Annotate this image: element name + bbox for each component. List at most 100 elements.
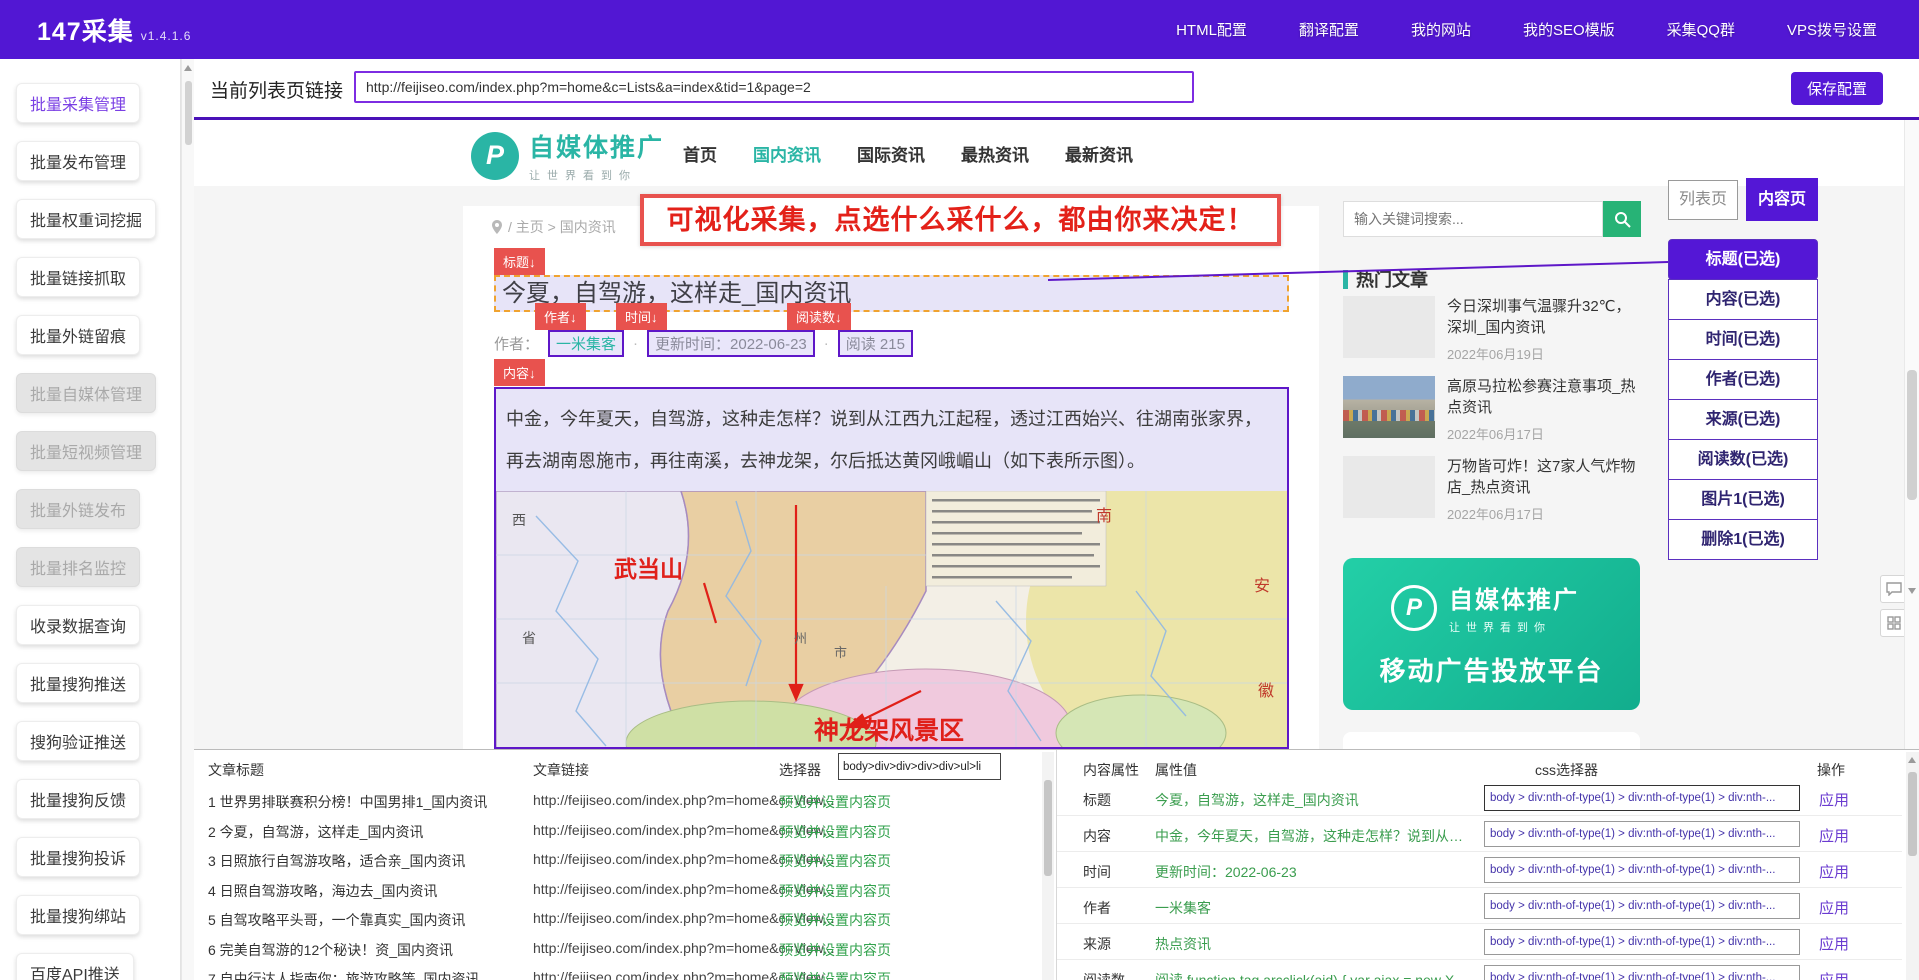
field-button-source[interactable]: 来源(已选) <box>1668 399 1818 440</box>
apply-link[interactable]: 应用 <box>1819 933 1849 954</box>
author-selection[interactable]: 一米集客 <box>548 330 624 357</box>
css-selector-input[interactable] <box>1484 785 1800 811</box>
menu-item-my-sites[interactable]: 我的网站 <box>1411 19 1471 40</box>
tag-time[interactable]: 时间↓ <box>616 303 667 330</box>
tab-content-page[interactable]: 内容页 <box>1746 178 1818 221</box>
time-selection[interactable]: 更新时间：2022-06-23 <box>647 330 815 357</box>
tag-title[interactable]: 标题↓ <box>494 248 545 275</box>
css-selector-input[interactable] <box>1484 857 1800 883</box>
map-region-char: 省 <box>522 630 536 646</box>
map-graphic: 武当山 神龙架风景区 西 省 州 市 南 安 徽 <box>496 491 1287 749</box>
menu-item-vps-dial[interactable]: VPS拨号设置 <box>1787 19 1877 40</box>
field-button-title[interactable]: 标题(已选) <box>1668 239 1818 280</box>
scrollbar-thumb[interactable] <box>1044 780 1052 876</box>
menu-item-html-config[interactable]: HTML配置 <box>1176 19 1247 40</box>
sidebar-item-sogou-feedback[interactable]: 批量搜狗反馈 <box>16 779 140 819</box>
attr-value-cell: 阅读 function tag arcclick(aid) { var ajax… <box>1155 970 1475 980</box>
attr-value-cell: 中金，今年夏天，自驾游，这种走怎样？说到从江西九江... <box>1155 826 1475 846</box>
sidebar-item-index-query[interactable]: 收录数据查询 <box>16 605 140 645</box>
sidebar-item-link-grab[interactable]: 批量链接抓取 <box>16 257 140 297</box>
scroll-down-icon[interactable] <box>1908 588 1916 594</box>
preview-set-link[interactable]: 预览并设置内容页 <box>779 940 891 960</box>
scroll-up-icon[interactable] <box>184 65 192 71</box>
sidebar-item-backlink-trace[interactable]: 批量外链留痕 <box>16 315 140 355</box>
site-nav-home[interactable]: 首页 <box>683 141 717 166</box>
apply-link[interactable]: 应用 <box>1819 969 1849 980</box>
hot-article-thumbnail <box>1343 296 1435 358</box>
list-url-input[interactable] <box>354 71 1194 103</box>
css-selector-input[interactable] <box>1484 893 1800 919</box>
site-nav-international[interactable]: 国际资讯 <box>857 141 925 166</box>
sidebar-item-publish-manage[interactable]: 批量发布管理 <box>16 141 140 181</box>
hot-article-thumbnail <box>1343 376 1435 438</box>
field-button-content[interactable]: 内容(已选) <box>1668 279 1818 320</box>
css-selector-input[interactable] <box>1484 821 1800 847</box>
sidebar-scrollbar[interactable] <box>181 59 194 980</box>
list-table-scrollbar[interactable] <box>1042 752 1054 980</box>
reads-selection[interactable]: 阅读 215 <box>838 330 913 357</box>
ad-slogan: 让世界看到你 <box>1449 619 1579 635</box>
field-button-image1[interactable]: 图片1(已选) <box>1668 479 1818 520</box>
tag-content[interactable]: 内容↓ <box>494 359 545 386</box>
field-button-delete1[interactable]: 删除1(已选) <box>1668 519 1818 560</box>
hot-article-item[interactable]: 高原马拉松参赛注意事项_热点资讯 2022年06月17日 <box>1343 376 1643 450</box>
menu-item-seo-templates[interactable]: 我的SEO模版 <box>1523 19 1615 40</box>
sidebar-item-keyword-mining[interactable]: 批量权重词挖掘 <box>16 199 156 239</box>
article-title-selection[interactable]: 今夏，自驾游，这样走_国内资讯 <box>494 275 1289 312</box>
field-button-author[interactable]: 作者(已选) <box>1668 359 1818 400</box>
sidebar-item-collect-manage[interactable]: 批量采集管理 <box>16 83 140 123</box>
hot-article-item[interactable]: 今日深圳事气温骤升32℃，深圳_国内资讯 2022年06月19日 <box>1343 296 1643 370</box>
field-button-reads[interactable]: 阅读数(已选) <box>1668 439 1818 480</box>
hot-article-title[interactable]: 今日深圳事气温骤升32℃，深圳_国内资讯 <box>1447 296 1639 338</box>
menu-item-translate-config[interactable]: 翻译配置 <box>1299 19 1359 40</box>
search-button[interactable] <box>1603 201 1641 237</box>
breadcrumb-text[interactable]: / 主页 > 国内资讯 <box>508 217 616 237</box>
sidebar-item-sogou-bind[interactable]: 批量搜狗绑站 <box>16 895 140 935</box>
preview-set-link[interactable]: 预览并设置内容页 <box>779 910 891 930</box>
article-row: 7 自由行达人指南你：旅游攻略等_国内资讯 http://feijiseo.co… <box>194 969 1039 980</box>
scrollbar-thumb[interactable] <box>185 81 192 145</box>
menu-item-qq-group[interactable]: 采集QQ群 <box>1667 19 1735 40</box>
tab-list-page[interactable]: 列表页 <box>1668 180 1738 220</box>
keyword-search-input[interactable] <box>1343 201 1603 237</box>
preview-set-link[interactable]: 预览并设置内容页 <box>779 792 891 812</box>
css-selector-input[interactable] <box>1484 965 1800 980</box>
article-content-selection[interactable]: 中金，今年夏天，自驾游，这种走怎样？说到从江西九江起程，透过江西始兴、往湖南张家… <box>494 387 1289 749</box>
scrollbar-thumb[interactable] <box>1908 772 1917 856</box>
site-nav: 首页 国内资讯 国际资讯 最热资讯 最新资讯 <box>683 141 1133 166</box>
attr-value-cell: 热点资讯 <box>1155 934 1475 954</box>
site-nav-domestic[interactable]: 国内资讯 <box>753 141 821 166</box>
hot-article-title[interactable]: 万物皆可炸！这7家人气炸物店_热点资讯 <box>1447 456 1639 498</box>
apply-link[interactable]: 应用 <box>1819 897 1849 918</box>
sidebar-item-sogou-push[interactable]: 批量搜狗推送 <box>16 663 140 703</box>
hot-article-item[interactable]: 万物皆可炸！这7家人气炸物店_热点资讯 2022年06月17日 <box>1343 456 1643 530</box>
map-region-char: 南 <box>1096 507 1112 525</box>
site-nav-hottest[interactable]: 最热资讯 <box>961 141 1029 166</box>
article-title-cell: 7 自由行达人指南你：旅游攻略等_国内资讯 <box>208 969 479 980</box>
sidebar-item-sogou-complaint[interactable]: 批量搜狗投诉 <box>16 837 140 877</box>
apply-link[interactable]: 应用 <box>1819 825 1849 846</box>
preview-set-link[interactable]: 预览并设置内容页 <box>779 881 891 901</box>
preview-set-link[interactable]: 预览并设置内容页 <box>779 822 891 842</box>
field-button-time[interactable]: 时间(已选) <box>1668 319 1818 360</box>
save-config-button[interactable]: 保存配置 <box>1791 72 1883 105</box>
app-version: v1.4.1.6 <box>141 29 192 43</box>
page-scrollbar[interactable] <box>1904 120 1919 749</box>
site-logo[interactable]: P 自媒体推广 让世界看到你 <box>471 128 664 183</box>
scroll-up-icon[interactable] <box>1908 757 1916 763</box>
hot-article-title[interactable]: 高原马拉松参赛注意事项_热点资讯 <box>1447 376 1639 418</box>
sidebar-item-sogou-verify-push[interactable]: 搜狗验证推送 <box>16 721 140 761</box>
preview-set-link[interactable]: 预览并设置内容页 <box>779 969 891 980</box>
tag-reads[interactable]: 阅读数↓ <box>787 303 851 330</box>
apply-link[interactable]: 应用 <box>1819 789 1849 810</box>
attribute-table-scrollbar[interactable] <box>1906 752 1919 980</box>
list-selector-input[interactable] <box>838 753 1001 780</box>
preview-set-link[interactable]: 预览并设置内容页 <box>779 851 891 871</box>
ad-banner[interactable]: P 自媒体推广 让世界看到你 移动广告投放平台 <box>1343 558 1640 710</box>
apply-link[interactable]: 应用 <box>1819 861 1849 882</box>
site-nav-latest[interactable]: 最新资讯 <box>1065 141 1133 166</box>
css-selector-input[interactable] <box>1484 929 1800 955</box>
scrollbar-thumb[interactable] <box>1907 370 1917 500</box>
tag-author[interactable]: 作者↓ <box>535 303 586 330</box>
sidebar-item-baidu-api-push[interactable]: 百度API推送 <box>16 953 134 980</box>
